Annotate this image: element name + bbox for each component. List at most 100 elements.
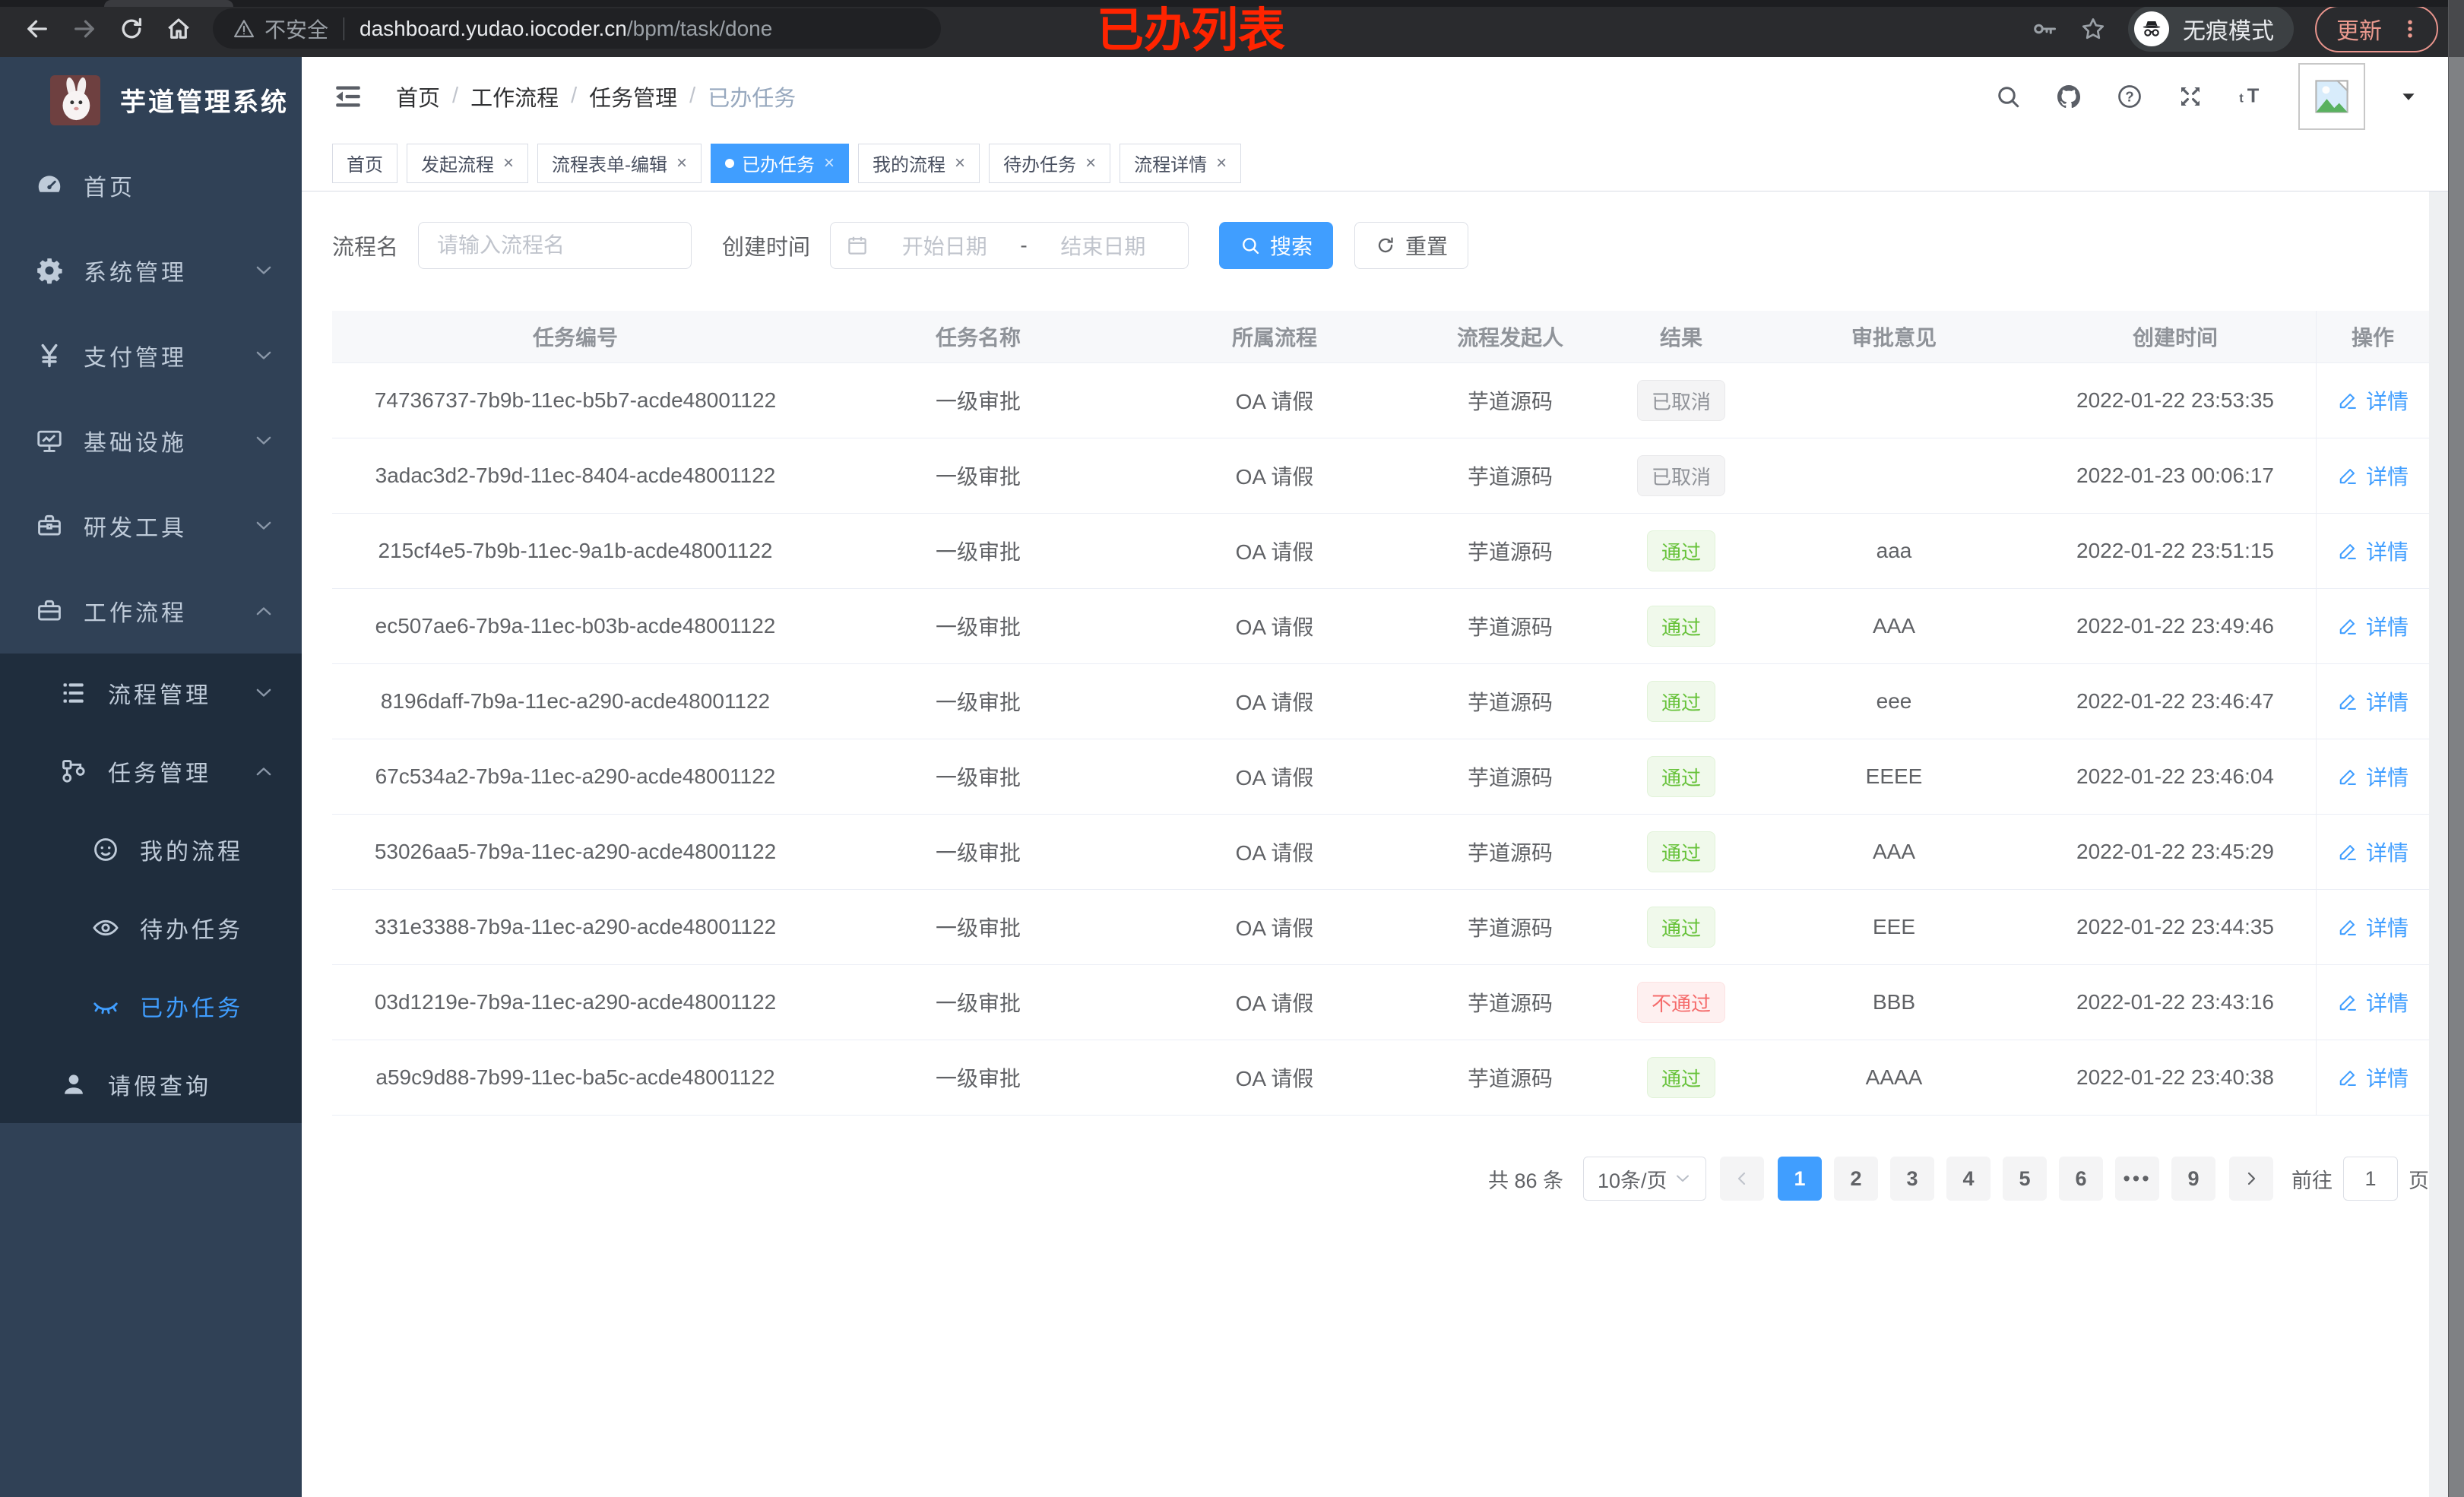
- page-button[interactable]: 9: [2171, 1157, 2215, 1201]
- breadcrumb-item[interactable]: 首页: [396, 81, 440, 112]
- chevron-down-icon: [253, 260, 274, 281]
- detail-link[interactable]: 详情: [2337, 912, 2409, 942]
- close-icon[interactable]: ×: [955, 153, 965, 172]
- page-button[interactable]: 6: [2059, 1157, 2103, 1201]
- detail-link[interactable]: 详情: [2337, 536, 2409, 566]
- cell-result: 通过: [1609, 1040, 1753, 1115]
- tab-item[interactable]: 我的流程 ×: [858, 143, 980, 183]
- column-header[interactable]: 所属流程: [1138, 311, 1411, 362]
- breadcrumb-item[interactable]: 任务管理: [589, 81, 677, 112]
- tab-item[interactable]: 流程表单-编辑 ×: [537, 143, 702, 183]
- forward-icon[interactable]: [61, 11, 108, 46]
- page-button[interactable]: 3: [1890, 1157, 1934, 1201]
- back-icon[interactable]: [14, 11, 61, 46]
- window-scrollbar[interactable]: [2448, 0, 2464, 1497]
- security-label[interactable]: 不安全: [264, 14, 328, 44]
- sidebar-item[interactable]: 我的流程: [0, 810, 302, 888]
- page-button[interactable]: •••: [2115, 1157, 2159, 1201]
- sidebar-item[interactable]: 已办任务: [0, 967, 302, 1045]
- search-button[interactable]: 搜索: [1219, 222, 1334, 269]
- close-icon[interactable]: ×: [824, 153, 835, 172]
- page-button[interactable]: 2: [1834, 1157, 1878, 1201]
- detail-link[interactable]: 详情: [2337, 385, 2409, 416]
- fullscreen-icon[interactable]: [2177, 83, 2204, 110]
- sidebar-item[interactable]: 研发工具: [0, 483, 302, 568]
- browser-menu-dots-icon[interactable]: [2399, 17, 2421, 40]
- update-button[interactable]: 更新: [2315, 5, 2438, 52]
- start-date-placeholder[interactable]: 开始日期: [875, 230, 1014, 261]
- sidebar-item[interactable]: 请假查询: [0, 1045, 302, 1123]
- sidebar-item[interactable]: 待办任务: [0, 888, 302, 967]
- column-header[interactable]: 操作: [2316, 311, 2429, 362]
- cell-created: 2022-01-22 23:45:29: [2076, 840, 2274, 863]
- prev-page-button[interactable]: [1720, 1157, 1764, 1201]
- sidebar-item[interactable]: 工作流程: [0, 568, 302, 654]
- bookmark-star-icon[interactable]: [2079, 15, 2107, 43]
- result-badge: 通过: [1646, 681, 1715, 722]
- close-icon[interactable]: ×: [1216, 153, 1227, 172]
- page-button[interactable]: 1: [1778, 1157, 1822, 1201]
- detail-link[interactable]: 详情: [2337, 611, 2409, 641]
- edit-icon: [2337, 841, 2358, 862]
- chevron-down-icon: [253, 430, 274, 451]
- page-button[interactable]: 4: [1946, 1157, 1991, 1201]
- column-header[interactable]: 任务编号: [332, 311, 819, 362]
- cell-task-id: 53026aa5-7b9a-11ec-a290-acde48001122: [374, 840, 777, 863]
- close-icon[interactable]: ×: [503, 153, 514, 172]
- sidebar-item[interactable]: 支付管理: [0, 313, 302, 398]
- next-page-button[interactable]: [2229, 1157, 2273, 1201]
- column-header[interactable]: 流程发起人: [1411, 311, 1609, 362]
- end-date-placeholder[interactable]: 结束日期: [1034, 230, 1173, 261]
- cell-comment: EEEE: [1865, 764, 1923, 788]
- tab-item[interactable]: 已办任务 ×: [711, 143, 850, 183]
- tab-item[interactable]: 流程详情 ×: [1120, 143, 1242, 183]
- goto-page-input[interactable]: [2343, 1157, 2398, 1201]
- detail-link[interactable]: 详情: [2337, 460, 2409, 491]
- detail-link-label: 详情: [2365, 1067, 2409, 1090]
- key-icon[interactable]: [2031, 15, 2058, 43]
- close-icon[interactable]: ×: [1085, 153, 1096, 172]
- date-range-input[interactable]: 开始日期 - 结束日期: [830, 222, 1189, 269]
- sidebar-item[interactable]: 基础设施: [0, 398, 302, 483]
- reload-icon[interactable]: [108, 11, 155, 46]
- cell-comment: AAA: [1872, 614, 1916, 638]
- help-icon[interactable]: [2116, 83, 2143, 110]
- close-icon[interactable]: ×: [676, 153, 687, 172]
- tab-item[interactable]: 待办任务 ×: [989, 143, 1111, 183]
- fontsize-icon[interactable]: [2238, 83, 2265, 110]
- search-icon[interactable]: [1994, 83, 2022, 110]
- detail-link[interactable]: 详情: [2337, 686, 2409, 717]
- home-icon[interactable]: [155, 11, 202, 46]
- cell-task-name: 一级审批: [935, 465, 1021, 489]
- chevron-down-icon: [253, 515, 274, 536]
- cell-created: 2022-01-22 23:46:04: [2076, 764, 2274, 788]
- user-caret-down-icon[interactable]: [2399, 87, 2418, 106]
- column-header[interactable]: 结果: [1609, 311, 1753, 362]
- breadcrumb-item[interactable]: 已办任务: [708, 81, 796, 112]
- url-text[interactable]: dashboard.yudao.iocoder.cn/bpm/task/done: [359, 17, 772, 41]
- avatar[interactable]: [2298, 62, 2365, 130]
- tab-item[interactable]: 首页: [332, 143, 397, 183]
- detail-link[interactable]: 详情: [2337, 1062, 2409, 1093]
- sidebar-item[interactable]: 首页: [0, 143, 302, 228]
- sidebar-fold-icon[interactable]: [332, 81, 364, 112]
- detail-link[interactable]: 详情: [2337, 987, 2409, 1018]
- page-size-select[interactable]: 10条/页: [1583, 1157, 1706, 1201]
- process-name-input[interactable]: [418, 222, 692, 269]
- reset-button[interactable]: 重置: [1354, 222, 1469, 269]
- sidebar-item[interactable]: 系统管理: [0, 228, 302, 313]
- column-header[interactable]: 审批意见: [1753, 311, 2035, 362]
- browser-tab[interactable]: [104, 0, 233, 7]
- page-button[interactable]: 5: [2003, 1157, 2047, 1201]
- column-header[interactable]: 创建时间: [2035, 311, 2316, 362]
- detail-link[interactable]: 详情: [2337, 761, 2409, 792]
- sidebar-item[interactable]: 流程管理: [0, 654, 302, 732]
- tab-item[interactable]: 发起流程 ×: [407, 143, 529, 183]
- sidebar-item[interactable]: 任务管理: [0, 732, 302, 810]
- column-header[interactable]: 任务名称: [819, 311, 1138, 362]
- url-bar[interactable]: 不安全 dashboard.yudao.iocoder.cn/bpm/task/…: [213, 8, 941, 49]
- detail-link[interactable]: 详情: [2337, 837, 2409, 867]
- github-icon[interactable]: [2055, 83, 2082, 110]
- breadcrumb-item[interactable]: 工作流程: [470, 81, 559, 112]
- sidebar-logo-row[interactable]: 芋道管理系统: [0, 57, 302, 143]
